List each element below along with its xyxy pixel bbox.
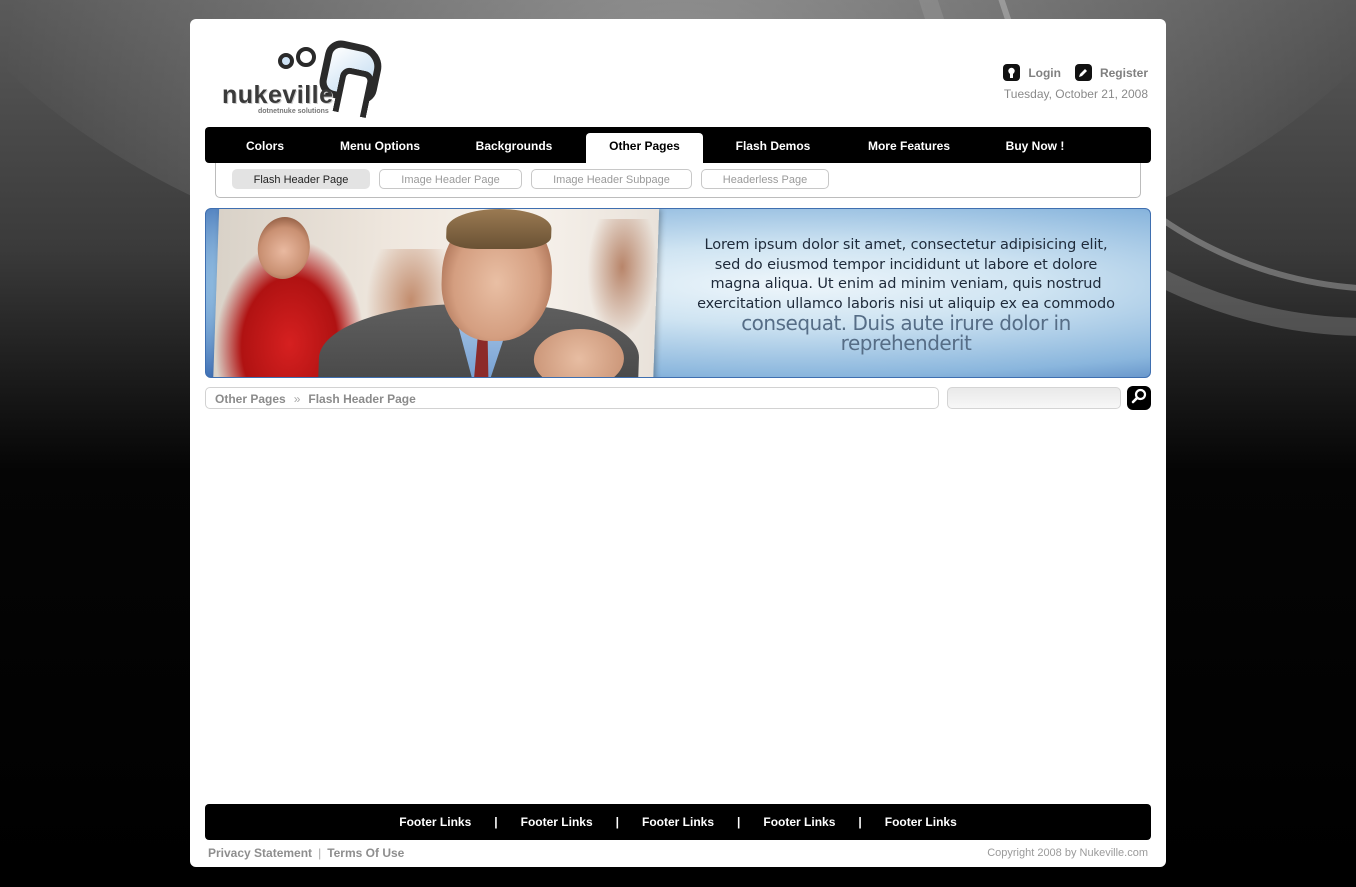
footer-link-4[interactable]: Footer Links — [763, 815, 835, 829]
copyright-text: Copyright 2008 by Nukeville.com — [987, 847, 1148, 859]
footer-separator: | — [737, 815, 741, 829]
subnav-headerless-page[interactable]: Headerless Page — [701, 169, 829, 189]
tab-flash-demos[interactable]: Flash Demos — [723, 127, 823, 163]
logo-tagline: dotnetnuke solutions — [258, 108, 329, 115]
current-date: Tuesday, October 21, 2008 — [1003, 87, 1148, 101]
legal-links: Privacy Statement | Terms Of Use — [208, 846, 404, 860]
privacy-statement-link[interactable]: Privacy Statement — [208, 846, 312, 860]
footer-separator: | — [494, 815, 498, 829]
breadcrumb-parent[interactable]: Other Pages — [215, 392, 286, 406]
banner-line-3: magna aliqua. Ut enim ad minim veniam, q… — [710, 276, 1102, 292]
footer-separator: | — [858, 815, 862, 829]
subnav-image-header-subpage[interactable]: Image Header Subpage — [531, 169, 692, 189]
tab-colors[interactable]: Colors — [230, 127, 300, 163]
legal-divider: | — [318, 846, 322, 860]
search-button[interactable] — [1127, 386, 1151, 410]
login-label: Login — [1028, 65, 1061, 80]
banner-text: Lorem ipsum dolor sit amet, consectetur … — [681, 236, 1131, 353]
footer-bar: Footer Links | Footer Links | Footer Lin… — [205, 804, 1151, 840]
footer-separator: | — [615, 815, 619, 829]
keyhole-icon — [1003, 64, 1021, 81]
breadcrumb-separator: » — [293, 392, 301, 406]
banner-line-2: sed do eiusmod tempor incididunt ut labo… — [714, 256, 1098, 273]
footer-link-2[interactable]: Footer Links — [521, 815, 593, 829]
search-icon — [1131, 388, 1147, 408]
pencil-icon — [1074, 64, 1092, 81]
site-logo[interactable]: nukeville dotnetnuke solutions — [220, 37, 390, 117]
main-nav: Colors Menu Options Backgrounds Other Pa… — [205, 127, 1151, 163]
page-container: nukeville dotnetnuke solutions Login Reg… — [190, 19, 1166, 867]
tab-other-pages[interactable]: Other Pages — [586, 133, 703, 163]
tab-more-features[interactable]: More Features — [855, 127, 963, 163]
login-link[interactable]: Login — [1003, 64, 1061, 81]
footer-link-1[interactable]: Footer Links — [399, 815, 471, 829]
register-label: Register — [1099, 65, 1148, 80]
user-bar: Login Register — [1003, 64, 1148, 81]
banner-photo — [212, 209, 660, 377]
tab-backgrounds[interactable]: Backgrounds — [463, 127, 565, 163]
breadcrumb-current[interactable]: Flash Header Page — [308, 392, 415, 406]
tab-buy-now[interactable]: Buy Now ! — [995, 127, 1075, 163]
footer-link-3[interactable]: Footer Links — [642, 815, 714, 829]
banner-line-1: Lorem ipsum dolor sit amet, consectetur … — [704, 237, 1108, 253]
banner-line-5: consequat. Duis aute irure dolor in repr… — [741, 311, 1071, 355]
sub-nav: Flash Header Page Image Header Page Imag… — [215, 163, 1141, 198]
tab-menu-options[interactable]: Menu Options — [330, 127, 430, 163]
logo-name: nukeville — [222, 81, 334, 109]
search-input[interactable] — [947, 387, 1121, 409]
breadcrumb: Other Pages » Flash Header Page — [205, 387, 939, 409]
subnav-image-header-page[interactable]: Image Header Page — [379, 169, 522, 189]
flash-banner: Lorem ipsum dolor sit amet, consectetur … — [205, 208, 1151, 378]
terms-of-use-link[interactable]: Terms Of Use — [327, 846, 404, 860]
subnav-flash-header-page[interactable]: Flash Header Page — [232, 169, 370, 189]
footer-link-5[interactable]: Footer Links — [885, 815, 957, 829]
register-link[interactable]: Register — [1074, 64, 1148, 81]
